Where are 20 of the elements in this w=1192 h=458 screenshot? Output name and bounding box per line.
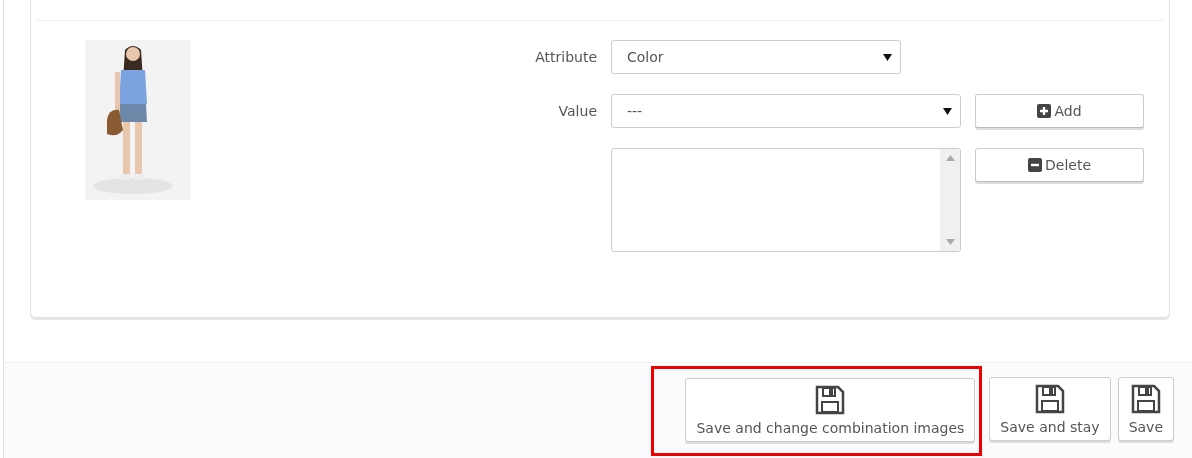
- value-select[interactable]: ---: [611, 94, 961, 128]
- save-button[interactable]: Save and stay: [989, 377, 1111, 441]
- save-button[interactable]: Save: [1117, 377, 1174, 441]
- save-icon: [1129, 383, 1162, 415]
- field-label: Value: [557, 102, 597, 121]
- field-label: Attribute: [535, 48, 597, 67]
- minus-square-icon: [1028, 158, 1042, 172]
- scroll-down-icon[interactable]: [945, 239, 955, 245]
- scroll-up-icon[interactable]: [945, 155, 955, 161]
- attribute-select[interactable]: Color: [611, 40, 901, 74]
- save-icon: [814, 384, 847, 416]
- save-icon: [1034, 383, 1066, 415]
- save-button[interactable]: Save and change combination images: [685, 378, 976, 442]
- value-list[interactable]: [611, 148, 961, 252]
- delete-button[interactable]: Delete: [975, 148, 1144, 182]
- scrollbar[interactable]: [940, 149, 960, 251]
- plus-square-icon: [1037, 104, 1052, 118]
- caret-icon: [943, 107, 952, 115]
- add-button[interactable]: Add: [975, 94, 1144, 128]
- caret-icon: [883, 53, 892, 61]
